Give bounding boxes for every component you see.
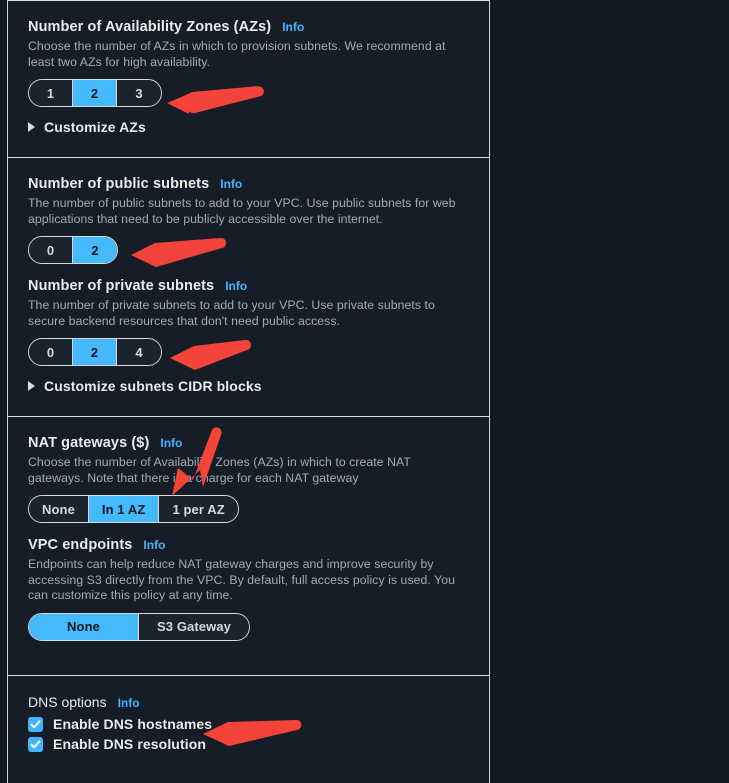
vpc-settings-panel: Number of Availability Zones (AZs) Info … [7,0,490,783]
customize-subnets-cidr-expander[interactable]: Customize subnets CIDR blocks [28,378,469,394]
enable-dns-hostnames-label: Enable DNS hostnames [53,716,213,732]
az-description: Choose the number of AZs in which to pro… [28,39,446,69]
nat-gateways-option-in-1-az[interactable]: In 1 AZ [88,496,160,522]
public-subnets-title: Number of public subnets [28,176,210,192]
nat-gateways-description: Choose the number of Availability Zones … [28,455,411,485]
vpc-endpoints-info-link[interactable]: Info [143,538,165,552]
private-subnets-option-4[interactable]: 4 [117,339,161,365]
private-subnets-label-row: Number of private subnets Info [28,278,469,294]
vpc-endpoints-segmented-control[interactable]: None S3 Gateway [28,612,250,641]
public-subnets-info-link[interactable]: Info [220,177,242,191]
private-subnets-info-link[interactable]: Info [225,279,247,293]
vpc-endpoints-block: VPC endpoints Info Endpoints can help re… [28,537,469,641]
private-subnets-option-0[interactable]: 0 [29,339,73,365]
check-icon[interactable] [28,716,43,732]
nat-gateways-option-1-per-az[interactable]: 1 per AZ [159,496,238,522]
check-icon[interactable] [28,736,43,752]
az-title: Number of Availability Zones (AZs) [28,19,272,35]
section-subnets: Number of public subnets Info The number… [8,158,489,417]
nat-gateways-segmented-control[interactable]: None In 1 AZ 1 per AZ [28,495,239,523]
checkbox-row-enable-dns-resolution[interactable]: Enable DNS resolution [28,736,469,752]
nat-gateways-option-none[interactable]: None [29,496,89,522]
customize-azs-expander[interactable]: Customize AZs [28,119,469,135]
private-subnets-block: Number of private subnets Info The numbe… [28,278,469,394]
az-option-3[interactable]: 3 [117,80,161,106]
dns-options-title: DNS options [28,694,107,710]
az-label-row: Number of Availability Zones (AZs) Info [28,19,469,35]
vpc-endpoints-label-row: VPC endpoints Info [28,537,469,553]
private-subnets-description: The number of private subnets to add to … [28,298,435,328]
az-info-link[interactable]: Info [282,20,304,34]
section-availability-zones: Number of Availability Zones (AZs) Info … [8,0,489,158]
chevron-right-icon [28,381,35,391]
customize-subnets-cidr-label: Customize subnets CIDR blocks [44,378,262,394]
public-subnets-option-0[interactable]: 0 [29,237,73,263]
az-count-segmented-control[interactable]: 1 2 3 [28,79,162,107]
vpc-endpoints-description: Endpoints can help reduce NAT gateway ch… [28,557,456,602]
private-subnets-option-2[interactable]: 2 [73,339,117,365]
enable-dns-resolution-label: Enable DNS resolution [53,736,207,752]
customize-azs-label: Customize AZs [44,119,146,135]
section-dns-options: DNS options Info Enable DNS hostnames En… [8,676,489,782]
checkbox-row-enable-dns-hostnames[interactable]: Enable DNS hostnames [28,716,469,732]
private-subnets-title: Number of private subnets [28,278,215,294]
vpc-endpoints-option-s3-gateway[interactable]: S3 Gateway [139,613,249,640]
dns-options-label-row: DNS options Info [28,694,469,710]
az-option-2[interactable]: 2 [73,80,117,106]
public-subnets-option-2[interactable]: 2 [73,237,117,263]
nat-gateways-label-row: NAT gateways ($) Info [28,435,469,451]
public-subnets-label-row: Number of public subnets Info [28,176,469,192]
vpc-configuration-screen: Number of Availability Zones (AZs) Info … [0,0,729,783]
public-subnets-description: The number of public subnets to add to y… [28,196,456,226]
section-gateways-endpoints: NAT gateways ($) Info Choose the number … [8,417,489,676]
private-subnets-segmented-control[interactable]: 0 2 4 [28,338,162,366]
public-subnets-segmented-control[interactable]: 0 2 [28,236,118,264]
nat-gateways-info-link[interactable]: Info [160,436,182,450]
vpc-endpoints-option-none[interactable]: None [29,613,139,640]
chevron-right-icon [28,122,35,132]
nat-gateways-title: NAT gateways ($) [28,435,150,451]
az-option-1[interactable]: 1 [29,80,73,106]
vpc-endpoints-title: VPC endpoints [28,537,133,553]
dns-options-info-link[interactable]: Info [118,696,140,710]
